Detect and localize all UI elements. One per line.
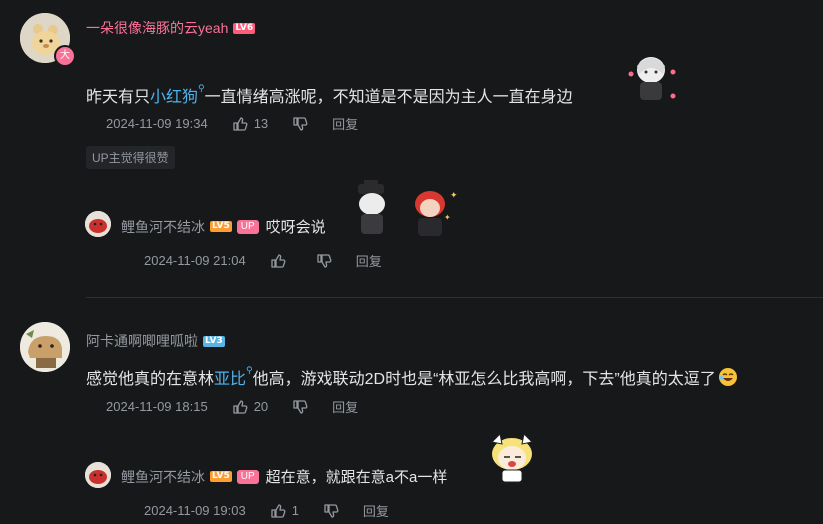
reply-text: 哎呀会说 xyxy=(265,219,326,236)
reply-button[interactable]: 回复 xyxy=(363,501,389,520)
search-icon: ⚲ xyxy=(198,83,205,93)
like-count: 20 xyxy=(253,399,269,414)
search-icon: ⚲ xyxy=(246,365,253,375)
comment-text-part: 昨天有只 xyxy=(86,89,151,106)
level-badge: LV3 xyxy=(203,335,225,347)
timestamp: 2024-11-09 19:34 xyxy=(106,116,208,131)
svg-text:✦: ✦ xyxy=(444,213,451,222)
reply-avatar-icon xyxy=(85,211,111,237)
comment-text: 感觉他真的在意林亚比⚲他高，游戏联动2D时也是“林亚怎么比我高啊，下去”他真的太… xyxy=(86,365,738,389)
reply-avatar[interactable] xyxy=(85,462,111,488)
reply-button[interactable]: 回复 xyxy=(356,251,382,270)
sticker-image xyxy=(623,52,679,104)
reply-avatar-icon xyxy=(85,462,111,488)
thumb-down-icon[interactable] xyxy=(292,399,308,415)
reply-meta: 2024-11-09 19:03 1 回复 xyxy=(144,501,389,520)
thumb-down-icon[interactable] xyxy=(316,253,332,269)
comment-text: 昨天有只小红狗⚲一直情绪高涨呢，不知道是不是因为主人一直在身边 xyxy=(86,83,573,107)
thumb-up-icon[interactable] xyxy=(270,253,286,269)
laugh-emoji-icon xyxy=(718,367,738,387)
reply-username[interactable]: 鲤鱼河不结冰 xyxy=(121,467,205,487)
svg-text:✦: ✦ xyxy=(450,190,458,200)
thumb-up-icon[interactable] xyxy=(232,399,248,415)
search-link[interactable]: 小红狗 xyxy=(150,89,198,106)
reply-button[interactable]: 回复 xyxy=(332,397,358,416)
search-link[interactable]: 亚比 xyxy=(214,371,246,388)
thumb-up-icon[interactable] xyxy=(270,503,286,519)
reply-text: 超在意，就跟在意a不a一样 xyxy=(265,469,448,486)
reply-username[interactable]: 鲤鱼河不结冰 xyxy=(121,217,205,237)
up-badge: UP xyxy=(236,469,259,484)
reply-button[interactable]: 回复 xyxy=(332,114,358,133)
reply-avatar[interactable] xyxy=(85,211,111,237)
level-badge: LV6 xyxy=(233,22,256,34)
comment-text-part: 感觉他真的在意林 xyxy=(86,371,215,388)
sticker-image: ✦ ✦ xyxy=(352,180,460,238)
thumb-down-icon[interactable] xyxy=(323,503,339,519)
reply-meta: 2024-11-09 21:04 回复 xyxy=(144,251,382,270)
level-badge: LV5 xyxy=(210,221,232,232)
timestamp: 2024-11-09 19:03 xyxy=(144,503,246,518)
username[interactable]: 一朵很像海豚的云yeah xyxy=(86,18,228,38)
comment-text-part: 一直情绪高涨呢，不知道是不是因为主人一直在身边 xyxy=(204,89,573,106)
timestamp: 2024-11-09 21:04 xyxy=(144,253,246,268)
thumb-down-icon[interactable] xyxy=(292,116,308,132)
thumb-up-icon[interactable] xyxy=(232,116,248,132)
up-liked-tag: UP主觉得很赞 xyxy=(86,146,175,169)
username[interactable]: 阿卡通啊唧哩呱啦 xyxy=(86,331,198,351)
dino-avatar-icon xyxy=(20,322,70,372)
like-count: 1 xyxy=(291,503,299,518)
sticker-image xyxy=(484,430,540,484)
comment-divider xyxy=(86,297,823,298)
comment-meta: 2024-11-09 19:34 13 回复 xyxy=(106,114,358,133)
avatar[interactable] xyxy=(20,322,70,372)
comment-meta: 2024-11-09 18:15 20 回复 xyxy=(106,397,358,416)
up-badge: UP xyxy=(236,219,259,234)
comment-text-part: 他高，游戏联动2D时也是“林亚怎么比我高啊，下去”他真的太逗了 xyxy=(252,371,716,388)
level-badge: LV5 xyxy=(210,471,232,482)
like-count: 13 xyxy=(253,116,269,131)
user-badge: 大 xyxy=(54,45,76,67)
timestamp: 2024-11-09 18:15 xyxy=(106,399,208,414)
